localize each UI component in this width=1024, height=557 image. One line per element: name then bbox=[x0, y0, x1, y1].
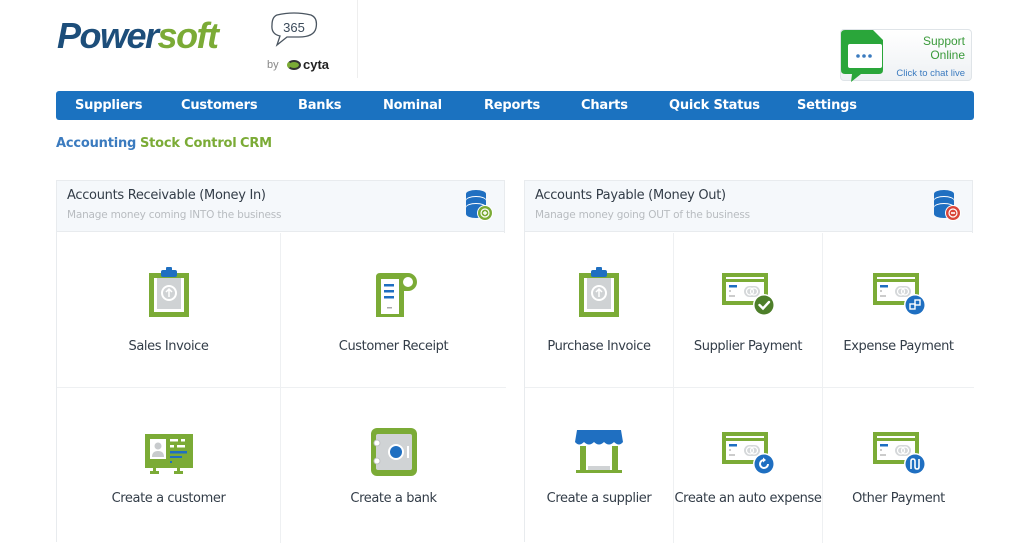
clipboard-invoice-icon bbox=[148, 267, 189, 317]
tile-customer-receipt[interactable]: Customer Receipt bbox=[281, 233, 506, 388]
tab-crm[interactable]: CRM bbox=[240, 136, 272, 151]
tile-create-bank[interactable]: Create a bank bbox=[281, 388, 506, 543]
logo-part-power: Power bbox=[57, 15, 159, 56]
nav-reports[interactable]: Reports bbox=[484, 91, 540, 120]
tile-label: Customer Receipt bbox=[338, 339, 449, 354]
tile-sales-invoice[interactable]: Sales Invoice bbox=[57, 233, 281, 388]
tile-supplier-payment[interactable]: Supplier Payment bbox=[674, 233, 823, 388]
panel-subtitle: Manage money going OUT of the business bbox=[535, 209, 750, 221]
tab-accounting[interactable]: Accounting bbox=[56, 136, 136, 151]
header-divider bbox=[357, 0, 358, 78]
card-check-icon bbox=[722, 273, 775, 316]
clipboard-invoice-icon bbox=[579, 267, 619, 317]
tile-expense-payment[interactable]: Expense Payment bbox=[823, 233, 974, 388]
panel-header: Accounts Receivable (Money In) Manage mo… bbox=[57, 181, 504, 232]
nav-banks[interactable]: Banks bbox=[298, 91, 342, 120]
logo-wordmark: Powersoft bbox=[57, 14, 220, 58]
safe-icon bbox=[370, 428, 417, 476]
tile-label: Create an auto expense bbox=[674, 491, 822, 506]
logo-by-text: by bbox=[267, 59, 279, 71]
database-remove-icon bbox=[934, 190, 961, 221]
tile-label: Other Payment bbox=[852, 491, 945, 506]
cyta-logo: cyta bbox=[287, 57, 329, 72]
nav-quick-status[interactable]: Quick Status bbox=[669, 91, 760, 120]
cyta-text: cyta bbox=[303, 57, 330, 72]
panel-title: Accounts Receivable (Money In) bbox=[67, 188, 266, 203]
tile-label: Supplier Payment bbox=[693, 339, 803, 354]
tile-label: Purchase Invoice bbox=[547, 339, 651, 354]
card-refresh-icon bbox=[722, 432, 775, 475]
tile-purchase-invoice[interactable]: Purchase Invoice bbox=[525, 233, 674, 388]
tile-create-customer[interactable]: Create a customer bbox=[57, 388, 281, 543]
chat-bubble-icon bbox=[841, 30, 883, 82]
cyta-swirl-icon bbox=[287, 60, 301, 70]
nav-customers[interactable]: Customers bbox=[181, 91, 258, 120]
card-transfer-icon bbox=[872, 432, 926, 475]
powersoft-logo[interactable]: Powersoft 365 by cyta bbox=[57, 12, 347, 80]
nav-settings[interactable]: Settings bbox=[797, 91, 857, 120]
card-exchange-icon bbox=[872, 273, 926, 316]
accounts-payable-panel: Accounts Payable (Money Out) Manage mone… bbox=[524, 180, 974, 543]
tile-create-auto-expense[interactable]: Create an auto expense bbox=[674, 388, 823, 543]
tile-label: Create a bank bbox=[350, 491, 437, 506]
nav-suppliers[interactable]: Suppliers bbox=[75, 91, 143, 120]
tile-other-payment[interactable]: Other Payment bbox=[823, 388, 974, 543]
logo-part-soft: soft bbox=[157, 15, 220, 56]
receipt-icon bbox=[375, 273, 417, 317]
support-status: Online bbox=[930, 48, 965, 62]
header: Powersoft 365 by cyta Support Online Cli… bbox=[0, 0, 1024, 90]
logo-365-badge: 365 bbox=[269, 12, 319, 50]
logo-365-text: 365 bbox=[283, 20, 305, 35]
database-add-icon bbox=[466, 190, 493, 221]
accounts-receivable-panel: Accounts Receivable (Money In) Manage mo… bbox=[56, 180, 506, 543]
tile-label: Create a supplier bbox=[546, 491, 652, 506]
tile-label: Sales Invoice bbox=[128, 339, 209, 354]
nav-charts[interactable]: Charts bbox=[581, 91, 628, 120]
id-card-icon bbox=[144, 434, 193, 474]
panel-header: Accounts Payable (Money Out) Manage mone… bbox=[525, 181, 972, 232]
main-nav: Suppliers Customers Banks Nominal Report… bbox=[56, 91, 974, 120]
panel-title: Accounts Payable (Money Out) bbox=[535, 188, 726, 203]
panel-subtitle: Manage money coming INTO the business bbox=[67, 209, 282, 221]
support-chat-link[interactable]: Click to chat live bbox=[896, 68, 965, 79]
nav-nominal[interactable]: Nominal bbox=[383, 91, 442, 120]
tile-label: Create a customer bbox=[111, 491, 226, 506]
tab-stock-control[interactable]: Stock Control bbox=[140, 136, 237, 151]
tile-label: Expense Payment bbox=[843, 339, 954, 354]
storefront-icon bbox=[575, 430, 623, 473]
tile-create-supplier[interactable]: Create a supplier bbox=[525, 388, 674, 543]
support-title: Support bbox=[922, 34, 965, 48]
support-online-button[interactable]: Support Online Click to chat live bbox=[840, 29, 972, 82]
